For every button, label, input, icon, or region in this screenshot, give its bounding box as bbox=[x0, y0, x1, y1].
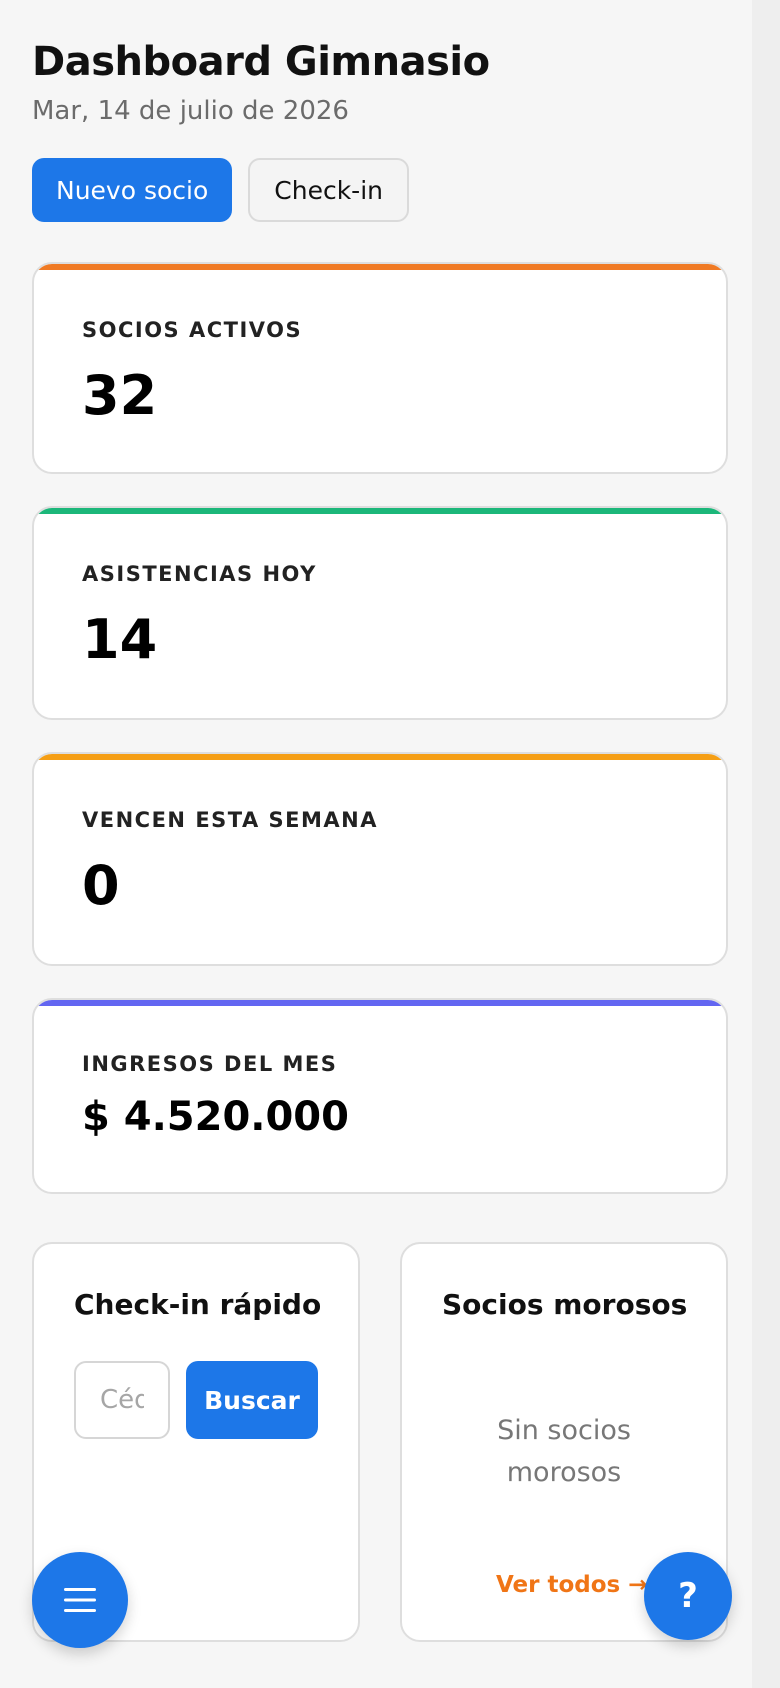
empty-state-text: Sin socios morosos bbox=[497, 1415, 631, 1488]
id-number-input[interactable] bbox=[74, 1361, 170, 1439]
card-accent-bar bbox=[34, 754, 726, 760]
stat-card-active-members: SOCIOS ACTIVOS 32 bbox=[32, 262, 728, 474]
card-accent-bar bbox=[34, 264, 726, 270]
card-accent-bar bbox=[34, 508, 726, 514]
stat-card-monthly-income: INGRESOS DEL MES $ 4.520.000 bbox=[32, 998, 728, 1194]
stat-value: $ 4.520.000 bbox=[82, 1094, 349, 1140]
stat-label: SOCIOS ACTIVOS bbox=[82, 318, 303, 342]
stat-value: 0 bbox=[82, 854, 120, 917]
stat-label: ASISTENCIAS HOY bbox=[82, 562, 317, 586]
search-button[interactable]: Buscar bbox=[186, 1361, 318, 1439]
help-icon: ? bbox=[678, 1576, 698, 1616]
page-header: Dashboard Gimnasio Mar, 14 de julio de 2… bbox=[32, 38, 490, 128]
stat-value: 14 bbox=[82, 608, 158, 671]
stat-label: INGRESOS DEL MES bbox=[82, 1052, 338, 1076]
stat-label: VENCEN ESTA SEMANA bbox=[82, 808, 378, 832]
quick-checkin-title: Check-in rápido bbox=[74, 1288, 322, 1321]
hamburger-menu-icon bbox=[64, 1588, 96, 1612]
current-date: Mar, 14 de julio de 2026 bbox=[32, 96, 349, 126]
help-fab-button[interactable]: ? bbox=[644, 1552, 732, 1640]
page-title: Dashboard Gimnasio bbox=[32, 39, 490, 85]
stat-value: 32 bbox=[82, 364, 158, 427]
overdue-members-title: Socios morosos bbox=[442, 1288, 688, 1321]
page-edge bbox=[752, 0, 780, 1688]
menu-fab-button[interactable] bbox=[32, 1552, 128, 1648]
header-actions: Nuevo socio Check-in bbox=[32, 158, 409, 222]
stat-card-attendance-today: ASISTENCIAS HOY 14 bbox=[32, 506, 728, 720]
card-accent-bar bbox=[34, 1000, 726, 1006]
stat-card-expiring-week: VENCEN ESTA SEMANA 0 bbox=[32, 752, 728, 966]
see-all-link[interactable]: Ver todos → bbox=[496, 1572, 648, 1598]
new-member-button[interactable]: Nuevo socio bbox=[32, 158, 233, 222]
checkin-button[interactable]: Check-in bbox=[248, 158, 409, 222]
